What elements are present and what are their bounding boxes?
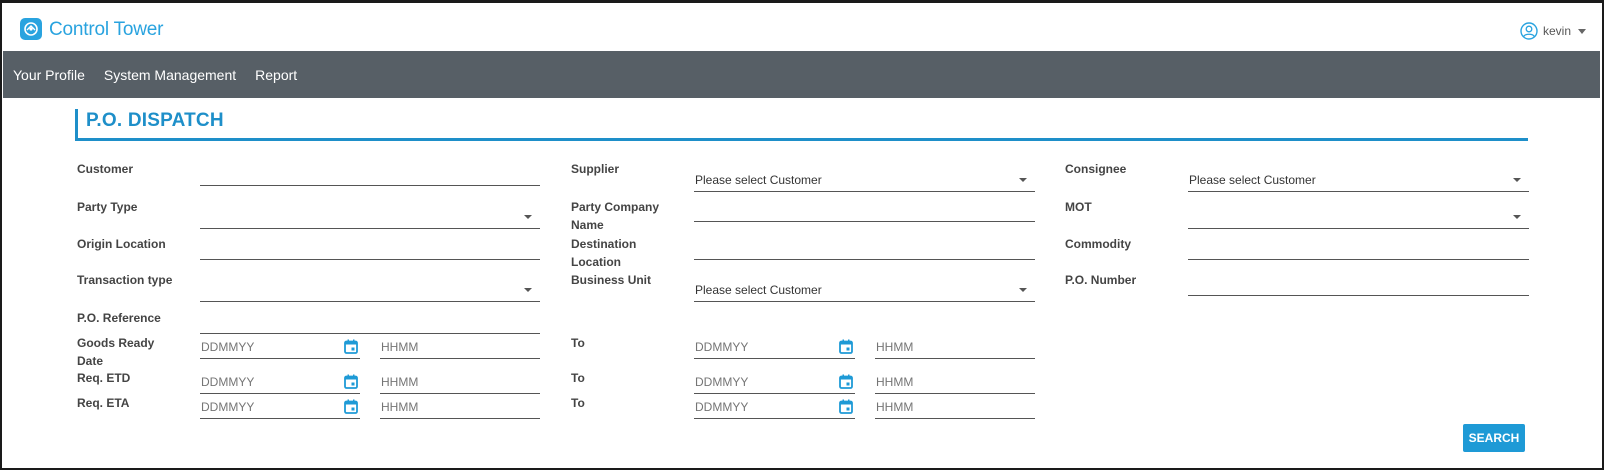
time-placeholder: HHMM: [876, 340, 914, 354]
goods-ready-date-label: Goods Ready Date: [77, 336, 155, 368]
date-placeholder: DDMMYY: [695, 400, 749, 414]
transaction-type-label: Transaction type: [77, 273, 173, 287]
consignee-selected-value: Please select Customer: [1189, 173, 1316, 187]
po-reference-input[interactable]: [200, 312, 540, 334]
search-button[interactable]: SEARCH: [1463, 424, 1525, 452]
business-unit-selected-value: Please select Customer: [695, 283, 822, 297]
party-company-name-label: Party Company Name: [571, 200, 660, 232]
app-logo-icon[interactable]: [20, 18, 42, 40]
page-title: P.O. DISPATCH: [86, 110, 224, 131]
nav-item-system-management[interactable]: System Management: [104, 67, 236, 83]
commodity-input[interactable]: [1188, 238, 1529, 260]
calendar-icon[interactable]: [344, 339, 358, 354]
mot-select[interactable]: [1188, 207, 1529, 229]
nav-item-your-profile[interactable]: Your Profile: [13, 67, 85, 83]
dropdown-arrow-icon: [1019, 178, 1027, 182]
destination-location-label: Destination Location: [571, 237, 637, 269]
party-type-label: Party Type: [77, 200, 138, 214]
time-placeholder: HHMM: [876, 400, 914, 414]
nav-item-report[interactable]: Report: [255, 67, 297, 83]
calendar-icon[interactable]: [344, 399, 358, 414]
mot-label: MOT: [1065, 200, 1092, 214]
date-placeholder: DDMMYY: [695, 340, 749, 354]
time-placeholder: HHMM: [381, 375, 419, 389]
req-etd-label: Req. ETD: [77, 371, 131, 385]
req-eta-to-time[interactable]: HHMM: [875, 397, 1035, 419]
calendar-icon[interactable]: [344, 374, 358, 389]
date-placeholder: DDMMYY: [201, 400, 255, 414]
app-brand-title[interactable]: Control Tower: [49, 19, 163, 41]
time-placeholder: HHMM: [876, 375, 914, 389]
party-company-name-input[interactable]: [694, 200, 1035, 222]
user-name: kevin: [1542, 24, 1571, 38]
goods-ready-date-to-time[interactable]: HHMM: [875, 337, 1035, 359]
supplier-select[interactable]: Please select Customer: [694, 170, 1035, 192]
dropdown-arrow-icon: [1513, 178, 1521, 182]
po-number-input[interactable]: [1188, 274, 1529, 296]
commodity-label: Commodity: [1065, 237, 1131, 251]
req-eta-label: Req. ETA: [77, 396, 130, 410]
dropdown-arrow-icon: [524, 288, 532, 292]
req-etd-to-label: To: [571, 371, 585, 385]
business-unit-label: Business Unit: [571, 273, 652, 287]
req-etd-from-time[interactable]: HHMM: [380, 372, 540, 394]
time-placeholder: HHMM: [381, 340, 419, 354]
goods-ready-date-to-label: To: [571, 336, 585, 350]
date-placeholder: DDMMYY: [695, 375, 749, 389]
goods-ready-date-to-date[interactable]: DDMMYY: [694, 337, 855, 359]
business-unit-select[interactable]: Please select Customer: [694, 280, 1035, 302]
req-eta-to-label: To: [571, 396, 585, 410]
party-type-select[interactable]: [200, 207, 540, 229]
user-avatar-icon: [1520, 22, 1538, 40]
supplier-label: Supplier: [571, 162, 620, 176]
po-number-label: P.O. Number: [1065, 273, 1137, 287]
req-eta-from-date[interactable]: DDMMYY: [200, 397, 360, 419]
consignee-label: Consignee: [1065, 162, 1127, 176]
calendar-icon[interactable]: [839, 374, 853, 389]
chevron-down-icon: [1578, 28, 1586, 34]
user-menu[interactable]: kevin: [1520, 21, 1586, 41]
consignee-select[interactable]: Please select Customer: [1188, 170, 1529, 192]
customer-input[interactable]: [200, 164, 540, 186]
req-etd-to-date[interactable]: DDMMYY: [694, 372, 855, 394]
dropdown-arrow-icon: [1513, 215, 1521, 219]
goods-ready-date-from-date[interactable]: DDMMYY: [200, 337, 360, 359]
req-eta-to-date[interactable]: DDMMYY: [694, 397, 855, 419]
req-etd-from-date[interactable]: DDMMYY: [200, 372, 360, 394]
supplier-selected-value: Please select Customer: [695, 173, 822, 187]
title-underline: [75, 138, 1528, 141]
destination-location-input[interactable]: [694, 238, 1035, 260]
date-placeholder: DDMMYY: [201, 340, 255, 354]
req-etd-to-time[interactable]: HHMM: [875, 372, 1035, 394]
title-accent-bar: [75, 109, 78, 138]
po-reference-label: P.O. Reference: [77, 311, 161, 325]
goods-ready-date-from-time[interactable]: HHMM: [380, 337, 540, 359]
customer-label: Customer: [77, 162, 134, 176]
dropdown-arrow-icon: [1019, 288, 1027, 292]
calendar-icon[interactable]: [839, 339, 853, 354]
origin-location-label: Origin Location: [77, 237, 166, 251]
transaction-type-select[interactable]: [200, 280, 540, 302]
req-eta-from-time[interactable]: HHMM: [380, 397, 540, 419]
date-placeholder: DDMMYY: [201, 375, 255, 389]
calendar-icon[interactable]: [839, 399, 853, 414]
time-placeholder: HHMM: [381, 400, 419, 414]
top-header: Control Tower kevin: [3, 3, 1600, 51]
main-nav: Your Profile System Management Report: [3, 51, 1600, 98]
origin-location-input[interactable]: [200, 238, 540, 260]
dropdown-arrow-icon: [524, 215, 532, 219]
